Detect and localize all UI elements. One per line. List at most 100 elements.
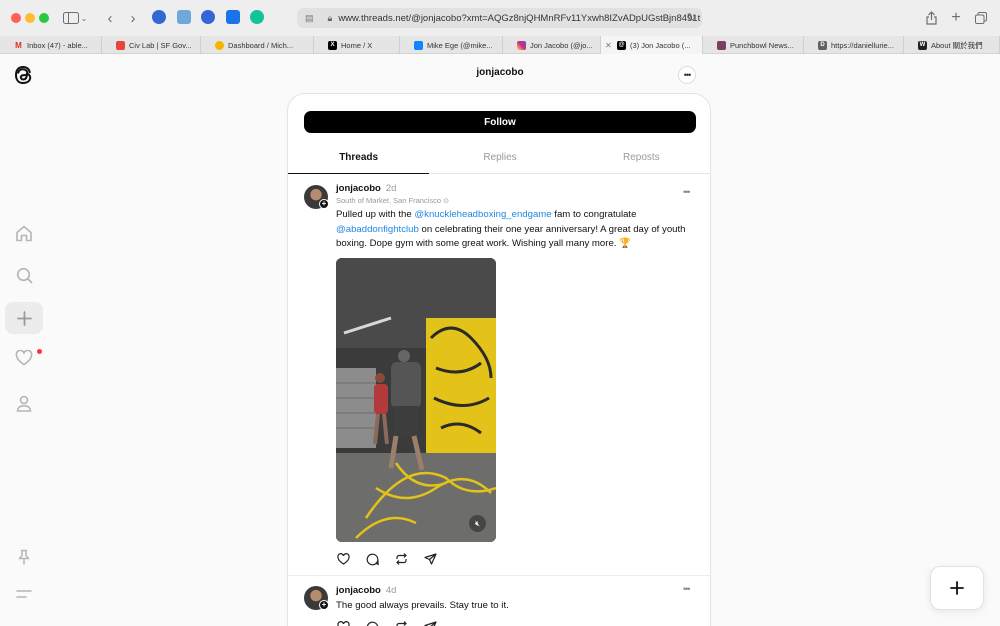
address-bar[interactable]: ▤ 🔒︎ www.threads.net/@jonjacobo?xmt=AQGz… (297, 8, 702, 28)
tab-threads[interactable]: Threads (288, 148, 430, 174)
grammarly-icon[interactable] (250, 10, 264, 24)
mute-icon[interactable]: 🔇︎ (469, 515, 486, 532)
home-icon (16, 225, 32, 241)
like-icon[interactable] (336, 552, 350, 566)
instagram-icon (517, 40, 526, 50)
close-window-button[interactable] (11, 13, 21, 23)
follow-plus-icon[interactable]: + (319, 600, 329, 610)
reload-icon[interactable]: ↻ (687, 11, 696, 24)
tab-label: Home / X (341, 40, 373, 50)
extension-shield-icon[interactable] (152, 10, 166, 24)
plus-icon (950, 581, 964, 595)
tab-label: Dashboard / Mich... (228, 40, 294, 50)
pin-icon (18, 549, 30, 564)
pin-button[interactable] (5, 541, 43, 573)
mention-link[interactable]: @knuckleheadboxing_endgame (414, 209, 551, 220)
url-text: www.threads.net/@jonjacobo?xmt=AQGz8njQH… (338, 12, 701, 24)
mention-link[interactable]: @abaddonfightclub (336, 224, 419, 235)
threads-sidebar (0, 54, 46, 626)
location-pin-icon: ⊙ (443, 198, 450, 205)
post-header: jonjacobo 2d (336, 183, 396, 194)
tab-home-x[interactable]: X Home / X (314, 36, 400, 54)
tab-reposts[interactable]: Reposts (571, 148, 710, 173)
heart-icon (15, 349, 33, 365)
menu-button[interactable] (5, 578, 43, 610)
follow-button[interactable]: Follow (304, 111, 696, 133)
sidebar-toggle-icon[interactable]: ⌄ (62, 9, 88, 27)
tab-inbox[interactable]: M Inbox (47) - able... (0, 36, 102, 54)
page-menu-icon[interactable]: ▤ (305, 13, 314, 24)
post-text-part: fam to congratulate (551, 209, 637, 220)
post-username[interactable]: jonjacobo (336, 585, 381, 596)
close-tab-icon[interactable]: ✕ (605, 41, 612, 50)
tab-label: Civ Lab | SF Gov... (129, 40, 192, 50)
post-time: 2d (385, 183, 397, 194)
share-icon[interactable] (924, 9, 938, 27)
person-icon (16, 395, 32, 412)
floating-create-button[interactable] (930, 566, 984, 610)
w-logo-icon: W (918, 40, 927, 50)
tab-replies[interactable]: Replies (429, 148, 570, 173)
tab-strip: M Inbox (47) - able... Civ Lab | SF Gov.… (0, 36, 1000, 54)
post-actions (336, 552, 437, 566)
tab-label: Inbox (47) - able... (27, 40, 88, 50)
notification-dot (37, 348, 42, 354)
search-icon (16, 267, 32, 283)
profile-button[interactable] (5, 387, 43, 419)
post-text: Pulled up with the @knuckleheadboxing_en… (336, 208, 696, 252)
tab-about[interactable]: W About 關於我們 (904, 36, 1000, 54)
post-more-icon[interactable]: ••• (683, 187, 691, 197)
post-text: The good always prevails. Stay true to i… (336, 600, 509, 611)
create-button[interactable] (5, 302, 43, 334)
tab-civ-lab[interactable]: Civ Lab | SF Gov... (102, 36, 201, 54)
tab-punchbowl[interactable]: Punchbowl News... (703, 36, 804, 54)
minimize-window-button[interactable] (25, 13, 35, 23)
post-time: 4d (385, 585, 397, 596)
x-logo-icon: X (328, 40, 337, 50)
civ-lab-icon (116, 40, 125, 50)
tab-label: (3) Jon Jacobo (... (630, 40, 691, 50)
post-actions (336, 620, 437, 626)
tab-mike-ege[interactable]: Mike Ege (@mike... (400, 36, 503, 54)
share-icon[interactable] (423, 552, 437, 566)
tab-jon-jacobo-threads[interactable]: ✕ @ (3) Jon Jacobo (... (601, 36, 703, 54)
extension-puzzle-icon[interactable] (177, 10, 191, 24)
post-text-part: Pulled up with the (336, 209, 415, 220)
search-button[interactable] (5, 259, 43, 291)
post-header: jonjacobo 4d (336, 585, 396, 596)
post-location[interactable]: South of Market, San Francisco ⊙ (336, 196, 449, 205)
post-video[interactable]: 🔇︎ (336, 258, 496, 542)
comment-icon[interactable] (365, 620, 379, 626)
comment-icon[interactable] (365, 552, 379, 566)
share-icon[interactable] (423, 620, 437, 626)
follow-plus-icon[interactable]: + (319, 199, 329, 209)
like-icon[interactable] (336, 620, 350, 626)
plus-icon (16, 310, 32, 326)
extension-vpn-icon[interactable] (201, 10, 215, 24)
page-title: jonjacobo (476, 67, 524, 78)
tab-label: About 關於我們 (931, 40, 983, 50)
repost-icon[interactable] (394, 552, 408, 566)
back-icon[interactable]: ‹ (104, 9, 116, 27)
post-more-icon[interactable]: ••• (683, 584, 691, 594)
dashboard-icon (215, 40, 224, 50)
new-tab-icon[interactable]: + (949, 9, 963, 27)
zoom-window-button[interactable] (39, 13, 49, 23)
more-options-icon[interactable]: ••• (678, 66, 696, 84)
post-username[interactable]: jonjacobo (336, 183, 381, 194)
lock-icon: 🔒︎ (327, 12, 333, 23)
home-button[interactable] (5, 217, 43, 249)
forward-icon[interactable]: › (127, 9, 139, 27)
tab-overview-icon[interactable] (974, 9, 988, 27)
repost-icon[interactable] (394, 620, 408, 626)
threads-icon: @ (617, 40, 626, 50)
tab-dashboard[interactable]: Dashboard / Mich... (201, 36, 314, 54)
tab-jon-jacobo-instagram[interactable]: Jon Jacobo (@jo... (503, 36, 601, 54)
daniellurie-icon: D (818, 40, 827, 50)
extension-layers-icon[interactable] (226, 10, 240, 24)
activity-button[interactable] (5, 344, 43, 376)
tab-daniellurie[interactable]: D https://daniellurie... (804, 36, 904, 54)
post-divider (288, 575, 710, 576)
boxing-gym-video-frame (336, 258, 496, 542)
gmail-icon: M (15, 40, 22, 50)
